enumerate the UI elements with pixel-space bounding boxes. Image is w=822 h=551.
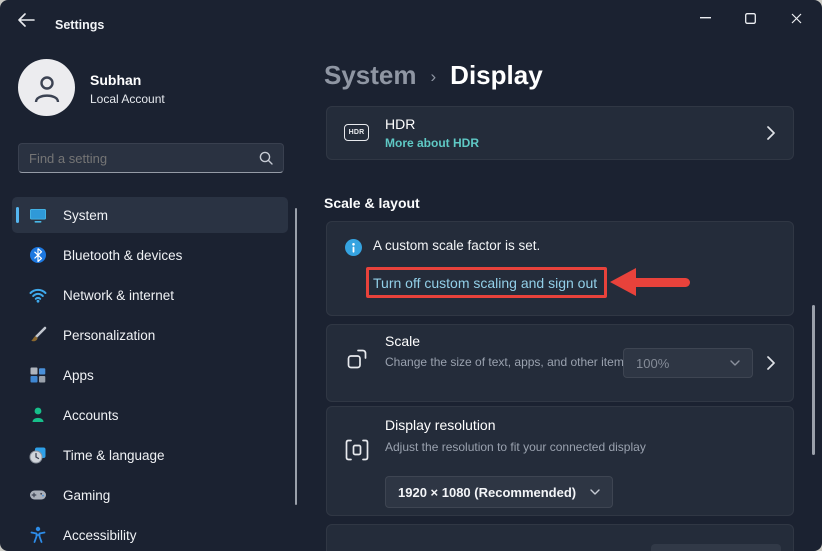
page-title: Display — [450, 60, 543, 90]
sidebar-item-network-internet[interactable]: Network & internet — [12, 277, 288, 313]
scale-dropdown-value: 100% — [636, 355, 670, 371]
sidebar-item-gaming[interactable]: Gaming — [12, 477, 288, 513]
sidebar-item-label: Apps — [63, 367, 94, 383]
back-button[interactable] — [17, 13, 35, 27]
brush-icon — [31, 326, 47, 342]
info-icon — [345, 239, 362, 256]
sidebar-item-accessibility[interactable]: Accessibility — [12, 517, 288, 551]
sidebar-item-apps[interactable]: Apps — [12, 357, 288, 393]
resolution-dropdown-value: 1920 × 1080 (Recommended) — [398, 484, 577, 500]
sidebar-item-bluetooth-devices[interactable]: Bluetooth & devices — [12, 237, 288, 273]
sidebar-nav: System Bluetooth & devices Network & int… — [12, 197, 288, 551]
sidebar-item-label: Accounts — [63, 407, 119, 423]
scale-icon — [347, 349, 367, 369]
settings-window: Settings Subhan Local Account Find a set… — [0, 0, 822, 551]
avatar[interactable] — [18, 59, 75, 116]
breadcrumb-parent[interactable]: System — [324, 60, 417, 91]
search-icon — [259, 151, 273, 165]
resolution-card-description: Adjust the resolution to fit your connec… — [385, 440, 646, 454]
chevron-down-icon — [590, 489, 600, 495]
sidebar-item-label: Bluetooth & devices — [63, 247, 183, 263]
sidebar-item-system[interactable]: System — [12, 197, 288, 233]
next-card-partial — [326, 524, 794, 551]
minimize-button[interactable] — [688, 8, 722, 28]
wifi-icon — [29, 288, 47, 303]
scale-dropdown[interactable]: 100% — [623, 348, 753, 378]
custom-scale-message: A custom scale factor is set. — [373, 238, 541, 253]
sidebar-item-label: Gaming — [63, 487, 111, 503]
sidebar-item-label: Personalization — [63, 327, 156, 343]
turn-off-custom-scaling-link[interactable]: Turn off custom scaling and sign out — [373, 275, 597, 291]
more-about-hdr-link[interactable]: More about HDR — [385, 136, 479, 150]
main-scrollbar[interactable] — [812, 305, 815, 455]
apps-icon — [30, 367, 46, 383]
chevron-right-icon — [767, 126, 775, 140]
selected-indicator — [16, 207, 19, 223]
display-resolution-card: Display resolution Adjust the resolution… — [326, 406, 794, 516]
arrow-head — [610, 268, 636, 296]
minimize-icon — [699, 17, 711, 19]
sidebar-item-label: Network & internet — [63, 287, 175, 303]
user-icon — [34, 75, 59, 102]
monitor-icon — [30, 209, 46, 223]
breadcrumb: System › Display — [324, 60, 543, 91]
maximize-icon — [744, 12, 756, 24]
sidebar-scrollbar[interactable] — [295, 208, 297, 505]
hdr-card-title: HDR — [385, 116, 416, 132]
clock-icon — [29, 447, 46, 464]
search-input[interactable] — [19, 150, 259, 166]
hdr-badge-icon: HDR — [344, 124, 369, 141]
sidebar-item-label: System — [63, 207, 109, 223]
user-account-type: Local Account — [90, 92, 165, 106]
close-button[interactable] — [779, 8, 813, 28]
person-icon — [32, 407, 44, 422]
hdr-card[interactable]: HDR HDR More about HDR — [326, 106, 794, 160]
scale-card[interactable]: Scale Change the size of text, apps, and… — [326, 324, 794, 402]
back-arrow-icon — [18, 13, 35, 27]
user-name: Subhan — [90, 72, 142, 88]
scale-card-description: Change the size of text, apps, and other… — [385, 355, 630, 369]
maximize-button[interactable] — [733, 8, 767, 28]
app-title: Settings — [55, 18, 105, 32]
scale-card-title: Scale — [385, 333, 421, 349]
bluetooth-icon — [30, 247, 46, 263]
titlebar: Settings — [0, 0, 822, 36]
resolution-card-title: Display resolution — [385, 417, 496, 433]
close-icon — [791, 13, 801, 23]
custom-scale-card: A custom scale factor is set. Turn off c… — [326, 221, 794, 316]
gamepad-icon — [30, 490, 46, 500]
resolution-dropdown[interactable]: 1920 × 1080 (Recommended) — [385, 476, 613, 508]
resolution-icon — [345, 439, 369, 461]
accessibility-icon — [30, 526, 46, 543]
sidebar-item-personalization[interactable]: Personalization — [12, 317, 288, 353]
chevron-down-icon — [730, 360, 740, 366]
sidebar-item-time-language[interactable]: Time & language — [12, 437, 288, 473]
sidebar-item-label: Time & language — [63, 447, 165, 463]
search-box[interactable] — [18, 143, 284, 173]
annotation-arrow — [610, 267, 690, 297]
chevron-right-icon — [767, 356, 775, 370]
partial-dropdown[interactable] — [651, 544, 781, 551]
section-title: Scale & layout — [324, 195, 420, 211]
sidebar-item-accounts[interactable]: Accounts — [12, 397, 288, 433]
sidebar-item-label: Accessibility — [63, 527, 137, 543]
arrow-tail — [636, 277, 690, 287]
breadcrumb-separator-icon: › — [430, 67, 437, 86]
